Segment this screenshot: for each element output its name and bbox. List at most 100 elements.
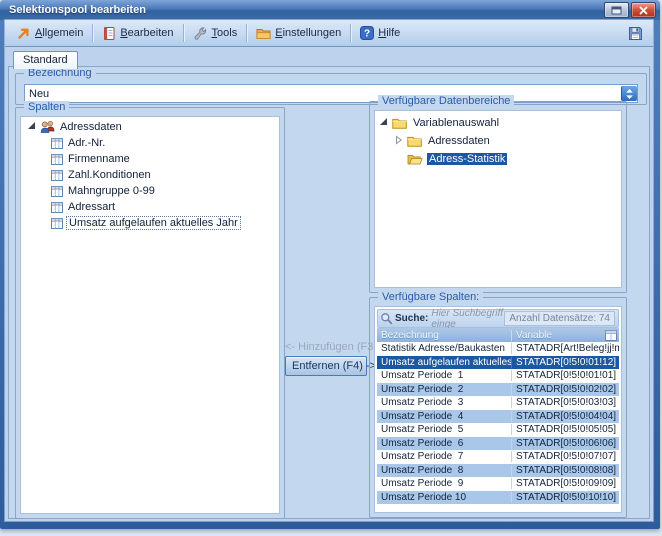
tree-expander-icon[interactable] [379, 117, 392, 129]
toolbar-button-tools[interactable]: Tools [186, 24, 245, 43]
svg-text:?: ? [364, 29, 370, 40]
window-body: Allgemein Bearbeiten Tools Einstellungen? Hi… [5, 20, 653, 521]
column-header-bezeichnung[interactable]: Bezeichnung [377, 330, 511, 341]
combo-spinner-button[interactable] [621, 86, 637, 101]
cell-variable: STATADR[0!5!0!06!06] [511, 438, 619, 449]
tree-item-variablenauswahl[interactable]: Variablenauswahl [375, 114, 621, 132]
tree-item-label: Adr.-Nr. [66, 137, 107, 149]
cell-variable: STATADR[0!5!0!02!02] [511, 384, 619, 395]
tree-item-label: Adress-Statistik [427, 153, 507, 165]
cell-bezeichnung: Umsatz Periode 7 [377, 451, 511, 462]
cell-bezeichnung: Umsatz Periode 2 [377, 384, 511, 395]
tree-expander-spacer [395, 153, 407, 165]
table-row[interactable]: Umsatz Periode 6STATADR[0!5!0!06!06] [377, 437, 619, 451]
toolbar-button-label: Hilfe [378, 27, 400, 39]
table-row[interactable]: Umsatz Periode 1STATADR[0!5!0!01!01] [377, 369, 619, 383]
tree-item-label: Zahl.Konditionen [66, 169, 153, 181]
table-icon [51, 186, 63, 197]
restore-icon [611, 6, 622, 15]
cell-variable: STATADR[0!5!0!08!08] [511, 465, 619, 476]
table-icon [51, 154, 63, 165]
tab-strip: Standard [8, 50, 78, 67]
verfuegbare-spalten-group: Verfügbare Spalten: Suche: Hier Suchbegr… [369, 297, 627, 518]
table-row[interactable]: Umsatz Periode 9STATADR[0!5!0!09!09] [377, 477, 619, 491]
tree-item[interactable]: Adr.-Nr. [21, 135, 279, 151]
tools-wrench-icon [193, 26, 208, 41]
table-row[interactable]: Umsatz Periode 5STATADR[0!5!0!05!05] [377, 423, 619, 437]
table-row[interactable]: Umsatz Periode 4STATADR[0!5!0!04!04] [377, 410, 619, 424]
tree-expander-icon[interactable] [395, 135, 407, 148]
tree-item-label: Adressart [66, 201, 117, 213]
search-label: Suche: [395, 313, 428, 324]
tree-item[interactable]: Umsatz aufgelaufen aktuelles Jahr [21, 215, 279, 231]
toolbar-button-bearbeiten[interactable]: Bearbeiten [95, 24, 180, 43]
toolbar-button-hilfe[interactable]: ? Hilfe [353, 24, 407, 42]
allgemein-arrow-icon [16, 26, 31, 41]
close-button[interactable] [631, 2, 656, 18]
window: Selektionspool bearbeiten Allgemein Bearb… [0, 0, 660, 529]
save-button[interactable] [628, 26, 643, 41]
toolbar-separator [183, 24, 184, 42]
restore-button[interactable] [604, 2, 629, 18]
titlebar[interactable]: Selektionspool bearbeiten [0, 0, 660, 20]
tree-item-label: Variablenauswahl [411, 117, 501, 129]
spalten-group: Spalten AdressdatenAdr.-Nr.FirmennameZah… [15, 107, 285, 519]
folder-open-icon [407, 153, 423, 165]
save-floppy-icon [628, 26, 643, 41]
tree-expander-icon[interactable] [21, 121, 39, 133]
cell-variable: STATADR[0!5!0!01!01] [511, 370, 619, 381]
table-row[interactable]: Umsatz Periode 2STATADR[0!5!0!02!02] [377, 383, 619, 397]
table-row[interactable]: Umsatz Periode 10STATADR[0!5!0!10!10] [377, 491, 619, 505]
table-header: Bezeichnung Variable [377, 328, 619, 342]
cell-bezeichnung: Umsatz Periode 1 [377, 370, 511, 381]
cell-bezeichnung: Umsatz Periode 3 [377, 397, 511, 408]
hilfe-question-icon: ? [360, 26, 374, 40]
table-row[interactable]: Umsatz Periode 3STATADR[0!5!0!03!03] [377, 396, 619, 410]
table-row[interactable]: Umsatz Periode 7STATADR[0!5!0!07!07] [377, 450, 619, 464]
entfernen-button[interactable]: Entfernen (F4) -> [285, 356, 367, 376]
tab-standard[interactable]: Standard [13, 51, 78, 69]
record-count-badge: Anzahl Datensätze: 74 [504, 311, 615, 326]
tree-item-adress-statistik[interactable]: Adress-Statistik [375, 150, 621, 168]
table-row[interactable]: Statistik Adresse/BaukastenSTATADR[Art!B… [377, 342, 619, 356]
search-input[interactable]: Hier Suchbegriff einge [431, 308, 504, 330]
verfuegbare-spalten-box: Suche: Hier Suchbegriff einge Anzahl Dat… [374, 306, 622, 513]
search-bar: Suche: Hier Suchbegriff einge Anzahl Dat… [377, 309, 619, 328]
toolbar-button-label: Allgemein [35, 27, 83, 39]
toolbar-button-einstellungen[interactable]: Einstellungen [249, 25, 348, 42]
table-row[interactable]: Umsatz Periode 8STATADR[0!5!0!08!08] [377, 464, 619, 478]
tree-item-label: Umsatz aufgelaufen aktuelles Jahr [66, 216, 241, 230]
toolbar-button-label: Einstellungen [275, 27, 341, 39]
column-header-variable[interactable]: Variable [511, 330, 605, 341]
folder-closed-icon [392, 117, 407, 129]
close-icon [639, 6, 648, 15]
cell-variable: STATADR[0!5!0!01!12] [511, 357, 619, 368]
tree-item-label: Mahngruppe 0-99 [66, 185, 157, 197]
hinzufuegen-button: <- Hinzufügen (F3) [285, 341, 365, 353]
toolbar: Allgemein Bearbeiten Tools Einstellungen? Hi… [5, 20, 653, 47]
tree-item-adressdaten[interactable]: Adressdaten [21, 119, 279, 135]
toolbar-button-allgemein[interactable]: Allgemein [9, 24, 90, 43]
tree-item[interactable]: Adressart [21, 199, 279, 215]
tree-item[interactable]: Firmenname [21, 151, 279, 167]
tree-item[interactable]: Mahngruppe 0-99 [21, 183, 279, 199]
datenbereiche-group: Verfügbare Datenbereiche Variablenauswah… [369, 101, 627, 293]
cell-bezeichnung: Umsatz Periode 6 [377, 438, 511, 449]
tab-panel: Bezeichnung Neu Spalten AdressdatenAdr.-… [8, 66, 650, 519]
toolbar-button-label: Bearbeiten [120, 27, 173, 39]
cell-variable: STATADR[0!5!0!07!07] [511, 451, 619, 462]
column-chooser-icon[interactable] [605, 330, 617, 341]
tree-item-label: Adressdaten [58, 121, 124, 133]
cell-bezeichnung: Umsatz Periode 5 [377, 424, 511, 435]
table-row[interactable]: Umsatz aufgelaufen aktuelles JahrSTATADR… [377, 356, 619, 370]
cell-variable: STATADR[0!5!0!04!04] [511, 411, 619, 422]
cell-bezeichnung: Umsatz Periode 10 [377, 492, 511, 503]
cell-variable: STATADR[0!5!0!05!05] [511, 424, 619, 435]
tree-item[interactable]: Zahl.Konditionen [21, 167, 279, 183]
cell-bezeichnung: Umsatz Periode 8 [377, 465, 511, 476]
spinner-arrows-icon [625, 88, 634, 100]
cell-variable: STATADR[0!5!0!09!09] [511, 478, 619, 489]
cell-bezeichnung: Umsatz Periode 9 [377, 478, 511, 489]
folder-closed-icon [407, 135, 422, 147]
tree-item-adressdaten[interactable]: Adressdaten [375, 132, 621, 150]
